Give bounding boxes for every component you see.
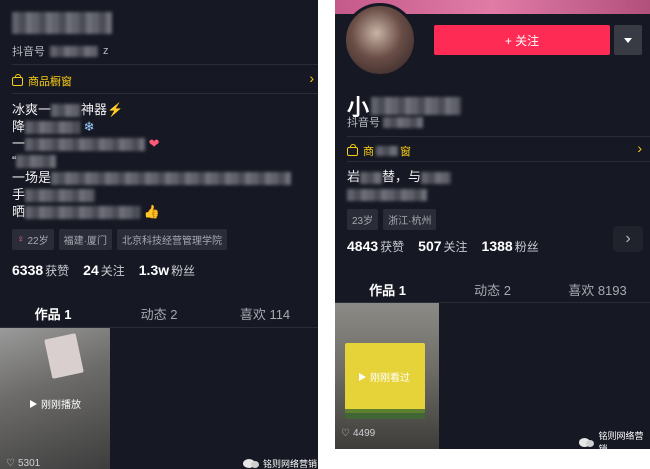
school-tag: 北京科技经营管理学院 <box>116 229 227 250</box>
bio: 冰爽一 神器⚡ 降 ❄ 一 ❤ “ 一场是 手 晒 👍 <box>12 101 312 220</box>
shopping-bag-icon <box>12 73 23 86</box>
bio-line-6: 手 <box>12 187 26 202</box>
name-redacted <box>12 12 112 34</box>
recently-played-label: 刚刚播放 <box>30 396 81 411</box>
location-tag: 浙江·杭州 <box>383 209 437 230</box>
video-thumbnail[interactable]: 刚刚播放 ♡ 5301 <box>0 328 110 469</box>
tiktok-id-redacted <box>50 45 98 57</box>
left-profile-panel: 抖音号 z 商品橱窗 › 冰爽一 神器⚡ 降 ❄ 一 ❤ “ 一场是 手 晒 👍 … <box>0 0 318 469</box>
tiktok-id-tail: z <box>103 45 109 57</box>
chevron-right-icon[interactable]: › <box>613 226 643 252</box>
tab-likes[interactable]: 喜欢 8193 <box>545 280 650 308</box>
following-stat[interactable]: 24 关注 <box>83 262 125 279</box>
bio-line-7: 晒 <box>12 204 26 219</box>
bio-line-5: 一场是 <box>12 170 52 185</box>
shop-window-link[interactable]: 商品橱窗 <box>12 73 72 89</box>
shop-arrow-icon: › <box>637 140 642 156</box>
following-stat[interactable]: 507 关注 <box>418 238 467 255</box>
tag-row: 23岁 浙江·杭州 <box>347 209 437 230</box>
wechat-icon <box>243 459 259 468</box>
video-thumbnail[interactable]: 刚刚看过 ♡ 4499 <box>335 303 439 449</box>
wechat-icon <box>579 437 596 447</box>
right-profile-panel: + 关注 小 抖音号 商 窗 › 岩替，与 23岁 浙江·杭州 4843 获赞 5… <box>335 0 650 449</box>
follow-button[interactable]: + 关注 <box>434 25 610 55</box>
tiktok-id: 抖音号 z <box>12 43 109 59</box>
shop-window-link[interactable]: 商 窗 <box>347 143 411 159</box>
stats-row: 6338 获赞 24 关注 1.3w 粉丝 <box>12 262 195 279</box>
stats-row: 4843 获赞 507 关注 1388 粉丝 <box>347 238 539 255</box>
panel-divider <box>318 0 335 469</box>
bio-line-1: 冰爽一 <box>12 102 52 117</box>
video-likes: ♡ 4499 <box>341 428 376 439</box>
location-tag: 福建·厦门 <box>58 229 112 250</box>
chevron-down-icon <box>624 37 632 43</box>
likes-stat[interactable]: 4843 获赞 <box>347 238 404 255</box>
shop-arrow-icon: › <box>309 70 314 86</box>
bio-line-1b: 神器⚡ <box>81 102 124 117</box>
recently-viewed-label: 刚刚看过 <box>359 369 410 384</box>
heart-icon: ♡ <box>341 428 350 439</box>
bio-line-3: 一 <box>12 136 26 151</box>
play-icon <box>359 372 366 381</box>
likes-stat[interactable]: 6338 获赞 <box>12 262 69 279</box>
bio: 岩替，与 <box>347 168 637 202</box>
more-dropdown-button[interactable] <box>614 25 642 55</box>
tiktok-id-label: 抖音号 <box>12 46 45 58</box>
shop-window-label: 商品橱窗 <box>28 76 72 88</box>
heart-icon: ♡ <box>6 458 15 469</box>
tab-activity[interactable]: 动态 2 <box>440 280 545 308</box>
age-tag: 23岁 <box>347 209 379 230</box>
age-tag: ♀ 22岁 <box>12 229 54 250</box>
watermark: 铭则网络营销 <box>579 429 650 449</box>
video-likes: ♡ 5301 <box>6 458 41 469</box>
tiktok-id: 抖音号 <box>347 114 423 130</box>
shopping-bag-icon <box>347 143 358 156</box>
followers-stat[interactable]: 1.3w 粉丝 <box>139 262 195 279</box>
watermark: 铭则网络营销 <box>243 457 317 469</box>
bio-line-2: 降 <box>12 119 26 134</box>
tag-row: ♀ 22岁 福建·厦门 北京科技经营管理学院 <box>12 229 227 250</box>
play-icon <box>30 399 37 408</box>
followers-stat[interactable]: 1388 粉丝 <box>482 238 539 255</box>
avatar[interactable] <box>343 3 417 77</box>
